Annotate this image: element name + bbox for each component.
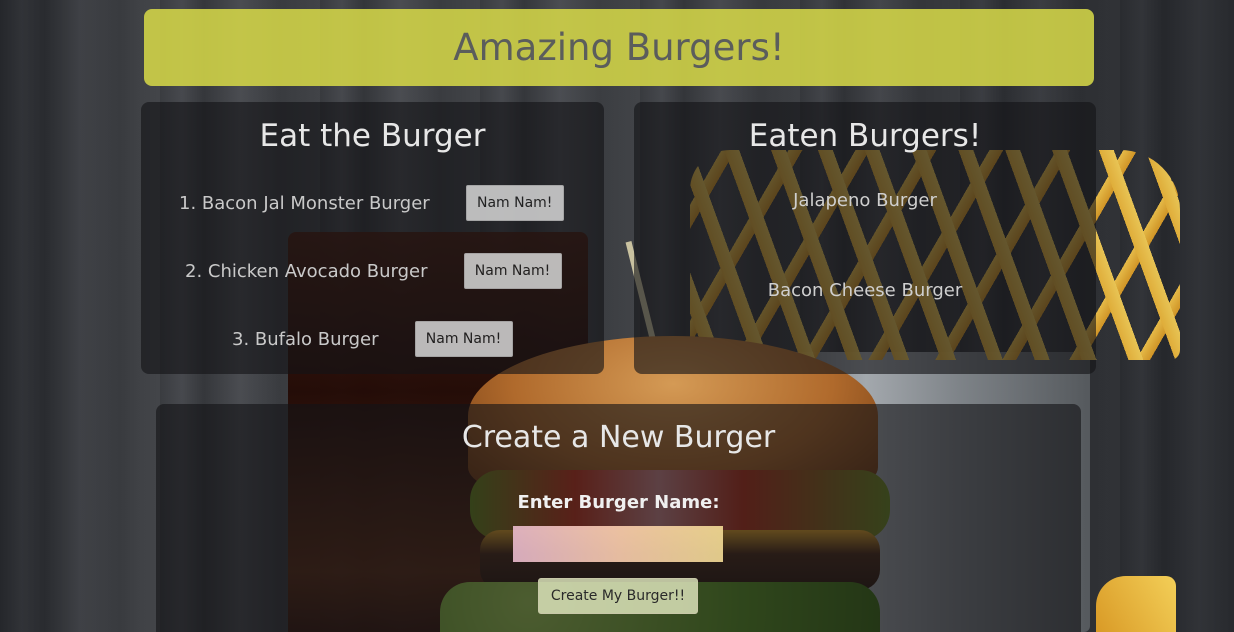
burger-name: 1. Bacon Jal Monster Burger [179, 192, 430, 214]
devour-button[interactable]: Nam Nam! [414, 321, 513, 357]
page-title: Amazing Burgers! [453, 26, 785, 69]
create-burger-panel: Create a New Burger Enter Burger Name: C… [156, 404, 1081, 632]
create-burger-button[interactable]: Create My Burger!! [538, 578, 698, 614]
page-body: { "header": { "title": "Amazing Burgers!… [0, 0, 1234, 632]
create-burger-heading: Create a New Burger [461, 420, 776, 455]
burger-name-input[interactable] [513, 526, 723, 562]
eat-burger-heading: Eat the Burger [259, 118, 486, 154]
eat-burger-panel: Eat the Burger 1. Bacon Jal Monster Burg… [141, 102, 604, 374]
burger-name: 3. Bufalo Burger [232, 328, 379, 350]
burger-name: 2. Chicken Avocado Burger [185, 260, 428, 282]
eaten-burger-item: Bacon Cheese Burger [767, 280, 963, 301]
eaten-burgers-panel: Eaten Burgers! Jalapeno Burger Bacon Che… [634, 102, 1096, 374]
header-banner: Amazing Burgers! [144, 9, 1094, 86]
devour-button[interactable]: Nam Nam! [465, 185, 564, 221]
eaten-burgers-heading: Eaten Burgers! [748, 118, 982, 154]
devour-button[interactable]: Nam Nam! [463, 253, 562, 289]
burger-list-item: 2. Chicken Avocado Burger Nam Nam! [185, 253, 562, 289]
fries-corner-image [1096, 576, 1176, 632]
burger-list-item: 1. Bacon Jal Monster Burger Nam Nam! [179, 185, 564, 221]
burger-name-label: Enter Burger Name: [517, 492, 720, 513]
burger-list-item: 3. Bufalo Burger Nam Nam! [232, 321, 513, 357]
eaten-burger-item: Jalapeno Burger [793, 190, 937, 211]
